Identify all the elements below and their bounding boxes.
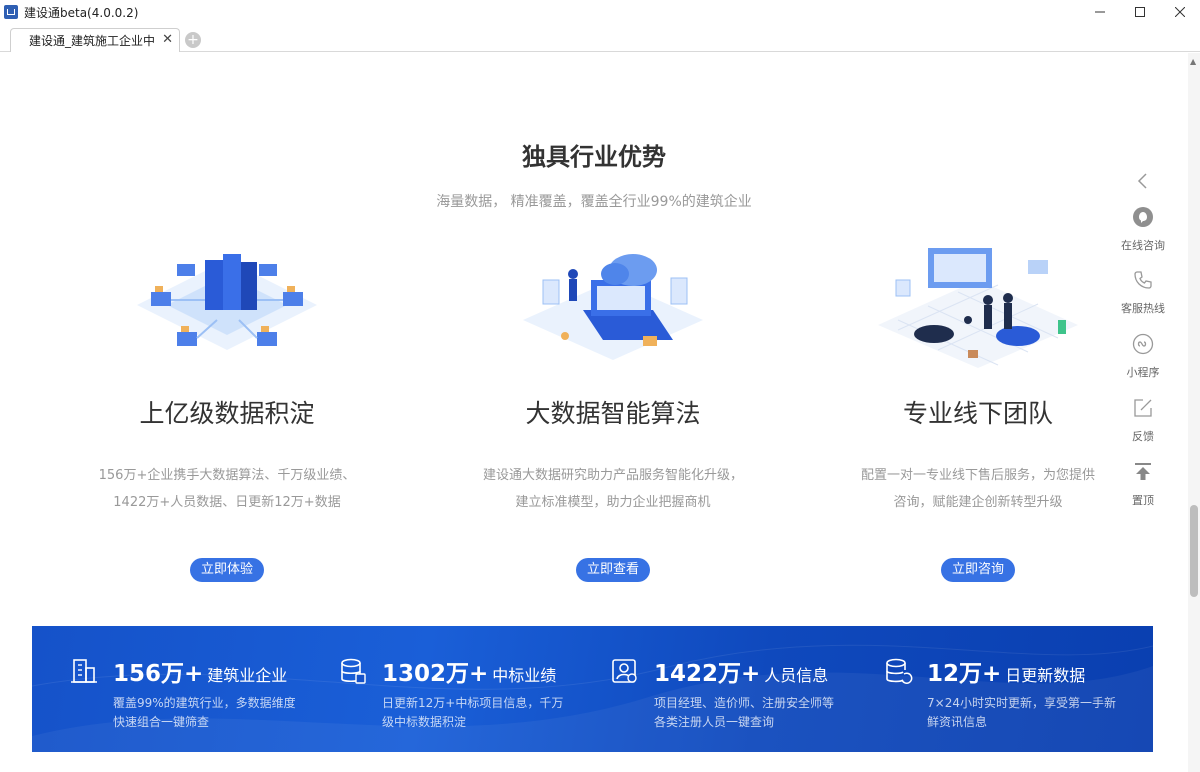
building-icon: [71, 659, 97, 683]
vertical-scrollbar[interactable]: ▲: [1188, 53, 1200, 772]
feature-desc-line: 建设通大数据研究助力产品服务智能化升级，: [482, 468, 743, 483]
consult-now-button[interactable]: 立即咨询: [941, 558, 1015, 582]
toolbar-label: 客服热线: [1121, 302, 1165, 315]
section-title: 独具行业优势: [522, 143, 666, 171]
feature-data: 上亿级数据积淀 156万+企业携手大数据算法、千万级业绩、 1422万+人员数据…: [57, 240, 397, 582]
maximize-icon: [1135, 7, 1145, 17]
minimize-button[interactable]: [1080, 0, 1120, 24]
tab-close-icon[interactable]: ✕: [162, 32, 173, 47]
stat-number: 156万+: [113, 661, 204, 687]
stat-description: 7×24小时实时更新，享受第一手新鲜资讯信息: [927, 696, 1116, 729]
database-refresh-icon: [886, 658, 913, 684]
stat-label: 建筑业企业: [207, 666, 288, 685]
stat-label: 日更新数据: [1005, 666, 1086, 685]
mini-program-icon: [1132, 333, 1154, 355]
toolbar-label: 在线咨询: [1121, 239, 1165, 252]
window-controls: [1080, 0, 1200, 24]
feature-desc-line: 156万+企业携手大数据算法、千万级业绩、: [98, 468, 356, 483]
collapse-toolbar-button[interactable]: [1112, 170, 1174, 196]
tab-active[interactable]: 建设通_建筑施工企业中 ✕: [10, 28, 180, 52]
chat-bubble-icon: [1133, 207, 1153, 227]
close-button[interactable]: [1160, 0, 1200, 24]
data-center-illustration: [137, 254, 317, 350]
back-to-top-icon: [1135, 463, 1151, 480]
phone-icon: [1134, 271, 1152, 289]
stat-label: 中标业绩: [492, 666, 557, 685]
cloud-algorithm-illustration: [523, 254, 703, 360]
stat-personnel: 1422万+ 人员信息 项目经理、造价师、注册安全师等各类注册人员一键查询: [610, 626, 870, 752]
toolbar-label: 反馈: [1132, 430, 1154, 443]
new-tab-icon[interactable]: +: [185, 32, 201, 48]
stat-description: 日更新12万+中标项目信息，千万级中标数据积淀: [382, 696, 564, 729]
scrollbar-thumb[interactable]: [1190, 505, 1198, 597]
feature-desc-line: 建立标准模型，助力企业把握商机: [515, 495, 711, 510]
feature-description: 156万+企业携手大数据算法、千万级业绩、 1422万+人员数据、日更新12万+…: [57, 462, 397, 516]
window-titlebar: 建设通beta(4.0.0.2): [0, 0, 1200, 24]
feature-team: 专业线下团队 配置一对一专业线下售后服务，为您提供 咨询，赋能建企创新转型升级 …: [808, 240, 1148, 582]
window-title: 建设通beta(4.0.0.2): [24, 5, 139, 20]
toolbar-label: 置顶: [1132, 494, 1154, 507]
close-icon: [1175, 7, 1185, 17]
stat-daily-updates: 12万+ 日更新数据 7×24小时实时更新，享受第一手新鲜资讯信息: [883, 626, 1143, 752]
stat-number: 1302万+: [382, 661, 489, 687]
app-logo-icon: [4, 5, 18, 19]
feature-desc-line: 1422万+人员数据、日更新12万+数据: [113, 495, 341, 510]
stat-description: 覆盖99%的建筑行业，多数据维度快速组合一键筛查: [113, 696, 296, 729]
person-card-icon: [612, 659, 637, 683]
mini-program-button[interactable]: 小程序: [1112, 333, 1174, 380]
edit-icon: [1134, 399, 1152, 417]
chevron-left-icon: [1137, 173, 1147, 189]
offline-team-illustration: [878, 248, 1078, 368]
feature-title: 大数据智能算法: [525, 399, 701, 428]
hotline-button[interactable]: 客服热线: [1112, 269, 1174, 316]
tab-bar: 建设通_建筑施工企业中 ✕ +: [0, 24, 1200, 52]
minimize-icon: [1095, 11, 1105, 13]
online-consult-button[interactable]: 在线咨询: [1112, 206, 1174, 253]
tab-label: 建设通_建筑施工企业中: [29, 34, 156, 48]
feature-title: 专业线下团队: [902, 399, 1053, 428]
scroll-up-icon[interactable]: ▲: [1190, 57, 1196, 66]
feature-desc-line: 配置一对一专业线下售后服务，为您提供: [860, 468, 1095, 483]
stat-bids: 1302万+ 中标业绩 日更新12万+中标项目信息，千万级中标数据积淀: [338, 626, 598, 752]
stat-enterprises: 156万+ 建筑业企业 覆盖99%的建筑行业，多数据维度快速组合一键筛查: [69, 626, 329, 752]
toolbar-label: 小程序: [1126, 366, 1160, 379]
section-subtitle: 海量数据， 精准覆盖，覆盖全行业99%的建筑企业: [436, 194, 752, 210]
stat-number: 1422万+: [654, 661, 761, 687]
maximize-button[interactable]: [1120, 0, 1160, 24]
stat-description: 项目经理、造价师、注册安全师等各类注册人员一键查询: [654, 696, 835, 729]
float-toolbar: 在线咨询 客服热线 小程序 反馈 置顶: [1112, 170, 1174, 520]
stat-label: 人员信息: [764, 666, 829, 685]
view-now-button[interactable]: 立即查看: [576, 558, 650, 582]
back-to-top-button[interactable]: 置顶: [1112, 461, 1174, 508]
feedback-button[interactable]: 反馈: [1112, 397, 1174, 444]
feature-description: 配置一对一专业线下售后服务，为您提供 咨询，赋能建企创新转型升级: [808, 462, 1148, 516]
stat-number: 12万+: [927, 661, 1002, 687]
feature-desc-line: 咨询，赋能建企创新转型升级: [893, 495, 1063, 510]
database-icon: [341, 658, 366, 684]
try-now-button[interactable]: 立即体验: [190, 558, 264, 582]
feature-algorithm: 大数据智能算法 建设通大数据研究助力产品服务智能化升级， 建立标准模型，助力企业…: [443, 240, 783, 582]
main-content: 独具行业优势 海量数据， 精准覆盖，覆盖全行业99%的建筑企业 上亿级数据积淀 …: [0, 53, 1188, 772]
stats-banner: 156万+ 建筑业企业 覆盖99%的建筑行业，多数据维度快速组合一键筛查 1302…: [32, 626, 1153, 752]
feature-title: 上亿级数据积淀: [139, 399, 315, 428]
feature-description: 建设通大数据研究助力产品服务智能化升级， 建立标准模型，助力企业把握商机: [443, 462, 783, 516]
